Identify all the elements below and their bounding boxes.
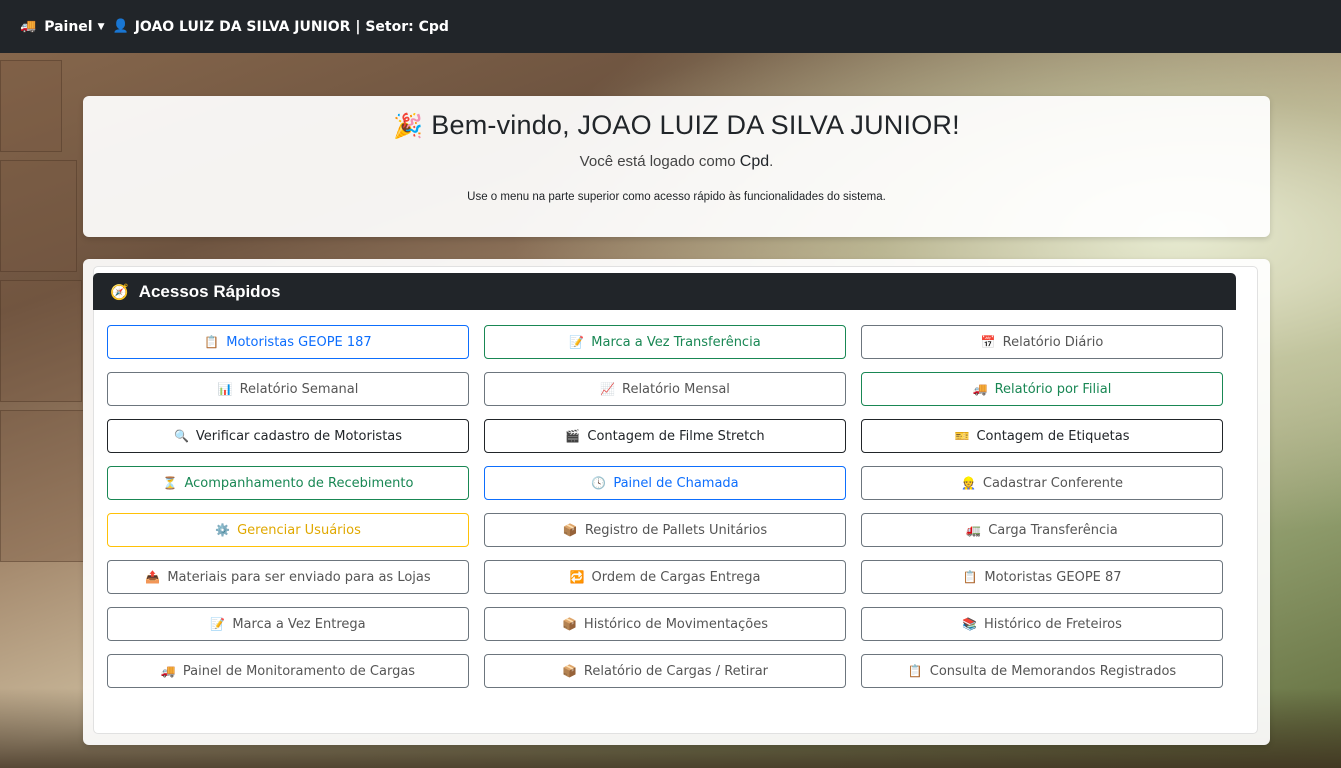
- quick-access-button[interactable]: 🚛 Carga Transferência: [861, 513, 1223, 547]
- quick-access-button-label: Contagem de Etiquetas: [976, 428, 1130, 444]
- quick-access-button-label: Consulta de Memorandos Registrados: [929, 663, 1177, 679]
- repeat-icon: 🔁: [569, 570, 585, 584]
- top-navbar: 🚚 Painel ▼ 👤 JOAO LUIZ DA SILVA JUNIOR |…: [0, 0, 1341, 53]
- quick-access-button[interactable]: 📦 Registro de Pallets Unitários: [484, 513, 846, 547]
- quick-access-button[interactable]: 📊 Relatório Semanal: [107, 372, 469, 406]
- logged-as-text: Você está logado como Cpd.: [83, 153, 1270, 171]
- background-box: [0, 410, 84, 562]
- quick-access-button-label: Registro de Pallets Unitários: [584, 522, 768, 538]
- quick-access-button-label: Ordem de Cargas Entrega: [591, 569, 761, 585]
- quick-access-button[interactable]: 📚 Histórico de Freteiros: [861, 607, 1223, 641]
- ticket-icon: 🎫: [954, 429, 970, 443]
- quick-access-button-label: Relatório de Cargas / Retirar: [583, 663, 769, 679]
- quick-access-button-label: Marca a Vez Entrega: [232, 616, 366, 632]
- quick-access-button[interactable]: ⏳ Acompanhamento de Recebimento: [107, 466, 469, 500]
- quick-access-button-label: Relatório Diário: [1002, 334, 1104, 350]
- memo-icon: 📝: [210, 617, 226, 631]
- quick-access-button[interactable]: 📋 Consulta de Memorandos Registrados: [861, 654, 1223, 688]
- truck-icon: 🚚: [160, 664, 176, 678]
- clipboard-icon: 📋: [204, 335, 220, 349]
- hourglass-icon: ⏳: [162, 476, 178, 490]
- quick-access-button-label: Histórico de Freteiros: [984, 616, 1122, 632]
- quick-access-button-label: Materiais para ser enviado para as Lojas: [167, 569, 431, 585]
- gear-icon: ⚙️: [215, 523, 231, 537]
- party-popper-icon: 🎉: [393, 113, 424, 140]
- quick-access-button[interactable]: 📦 Histórico de Movimentações: [484, 607, 846, 641]
- quick-access-button[interactable]: 📝 Marca a Vez Transferência: [484, 325, 846, 359]
- user-role: Cpd: [739, 153, 770, 170]
- user-info: JOAO LUIZ DA SILVA JUNIOR | Setor: Cpd: [134, 18, 449, 35]
- package-icon: 📦: [561, 664, 577, 678]
- quick-access-button[interactable]: 📋 Motoristas GEOPE 187: [107, 325, 469, 359]
- quick-access-button-label: Verificar cadastro de Motoristas: [195, 428, 403, 444]
- quick-access-button-label: Motoristas GEOPE 87: [984, 569, 1122, 585]
- quick-access-panel: 🧭 Acessos Rápidos 📋 Motoristas GEOPE 187 📝…: [83, 259, 1270, 745]
- quick-access-button[interactable]: 🎬 Contagem de Filme Stretch: [484, 419, 846, 453]
- welcome-title: 🎉 Bem-vindo, JOAO LUIZ DA SILVA JUNIOR!: [83, 110, 1270, 141]
- welcome-card: 🎉 Bem-vindo, JOAO LUIZ DA SILVA JUNIOR! V…: [83, 96, 1270, 237]
- quick-access-button-label: Painel de Monitoramento de Cargas: [182, 663, 416, 679]
- lorry-icon: 🚛: [966, 523, 982, 537]
- quick-access-button[interactable]: ⚙️ Gerenciar Usuários: [107, 513, 469, 547]
- logged-as-prefix: Você está logado como: [579, 153, 736, 170]
- quick-access-button-label: Motoristas GEOPE 187: [226, 334, 372, 350]
- package-icon: 📦: [561, 617, 577, 631]
- welcome-title-text: Bem-vindo, JOAO LUIZ DA SILVA JUNIOR!: [431, 110, 960, 140]
- panel-menu-label: Painel: [44, 18, 93, 35]
- quick-access-button[interactable]: 🚚 Relatório por Filial: [861, 372, 1223, 406]
- quick-access-button[interactable]: 🕓 Painel de Chamada: [484, 466, 846, 500]
- truck-icon: 🚚: [972, 382, 988, 396]
- clipboard-icon: 📋: [962, 570, 978, 584]
- clapper-icon: 🎬: [565, 429, 581, 443]
- background-box: [0, 280, 82, 402]
- package-icon: 📦: [562, 523, 578, 537]
- panel-menu-toggle[interactable]: 🚚 Painel ▼: [20, 19, 113, 35]
- quick-access-title: Acessos Rápidos: [138, 281, 281, 301]
- quick-access-button[interactable]: 📈 Relatório Mensal: [484, 372, 846, 406]
- quick-access-button[interactable]: 🔁 Ordem de Cargas Entrega: [484, 560, 846, 594]
- truck-icon: 🚚: [20, 19, 37, 34]
- quick-access-button[interactable]: 🔍 Verificar cadastro de Motoristas: [107, 419, 469, 453]
- clipboard-icon: 📋: [907, 664, 923, 678]
- quick-access-button[interactable]: 🎫 Contagem de Etiquetas: [861, 419, 1223, 453]
- compass-icon: 🧭: [110, 283, 129, 301]
- quick-access-button[interactable]: 📝 Marca a Vez Entrega: [107, 607, 469, 641]
- quick-access-button-label: Relatório por Filial: [994, 381, 1112, 397]
- worker-icon: 👷: [960, 476, 976, 490]
- calendar-icon: 📅: [980, 335, 996, 349]
- quick-access-button[interactable]: 📤 Materiais para ser enviado para as Loja…: [107, 560, 469, 594]
- welcome-hint: Use o menu na parte superior como acesso…: [467, 191, 886, 203]
- quick-access-button-label: Gerenciar Usuários: [237, 522, 361, 538]
- quick-access-header: 🧭 Acessos Rápidos: [93, 273, 1236, 310]
- quick-access-button-label: Contagem de Filme Stretch: [587, 428, 765, 444]
- quick-access-button-label: Relatório Mensal: [622, 381, 730, 397]
- quick-access-grid: 📋 Motoristas GEOPE 187 📝 Marca a Vez Transf…: [107, 325, 1224, 688]
- clock-icon: 🕓: [591, 476, 607, 490]
- quick-access-button[interactable]: 📅 Relatório Diário: [861, 325, 1223, 359]
- user-icon: 👤: [112, 19, 129, 34]
- books-icon: 📚: [962, 617, 978, 631]
- quick-access-button-label: Histórico de Movimentações: [583, 616, 769, 632]
- bar-chart-icon: 📊: [217, 382, 233, 396]
- logged-as-suffix: .: [769, 153, 774, 170]
- quick-access-button[interactable]: 📋 Motoristas GEOPE 87: [861, 560, 1223, 594]
- quick-access-button-label: Marca a Vez Transferência: [591, 334, 761, 350]
- memo-icon: 📝: [569, 335, 585, 349]
- quick-access-button[interactable]: 📦 Relatório de Cargas / Retirar: [484, 654, 846, 688]
- background-box: [0, 60, 62, 152]
- quick-access-button-label: Relatório Semanal: [239, 381, 359, 397]
- background-box: [0, 160, 77, 272]
- quick-access-button-label: Painel de Chamada: [613, 475, 739, 491]
- line-chart-icon: 📈: [600, 382, 615, 396]
- quick-access-button-label: Carga Transferência: [988, 522, 1118, 538]
- chevron-down-icon: ▼: [97, 21, 105, 32]
- outbox-icon: 📤: [145, 570, 161, 584]
- magnifier-icon: 🔍: [173, 429, 189, 443]
- quick-access-button-label: Cadastrar Conferente: [982, 475, 1124, 491]
- quick-access-button[interactable]: 🚚 Painel de Monitoramento de Cargas: [107, 654, 469, 688]
- quick-access-button-label: Acompanhamento de Recebimento: [184, 475, 414, 491]
- quick-access-button[interactable]: 👷 Cadastrar Conferente: [861, 466, 1223, 500]
